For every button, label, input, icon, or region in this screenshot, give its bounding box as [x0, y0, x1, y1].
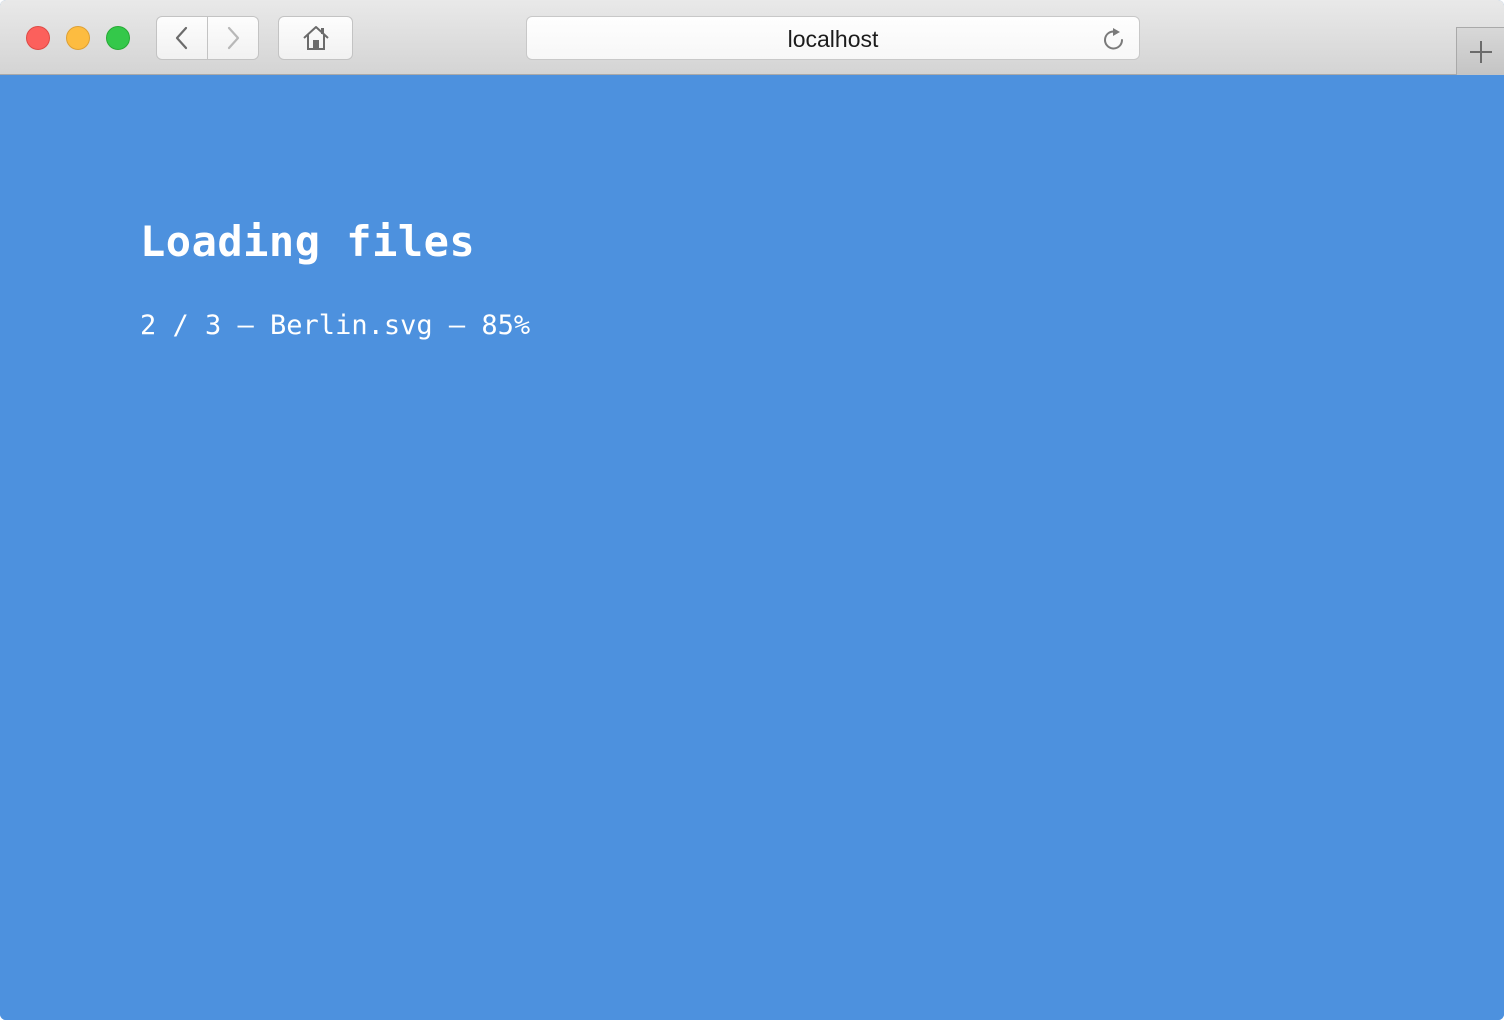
new-tab-button[interactable]	[1456, 27, 1504, 75]
reload-icon[interactable]	[1101, 27, 1127, 53]
loading-status: 2 / 3 — Berlin.svg — 85%	[140, 310, 531, 341]
page-content: Loading files 2 / 3 — Berlin.svg — 85%	[0, 75, 1504, 1020]
plus-icon	[1469, 40, 1492, 63]
forward-button[interactable]	[208, 16, 259, 60]
minimize-window-button[interactable]	[66, 26, 90, 50]
chevron-left-icon	[175, 26, 188, 50]
browser-window: localhost Loading files 2 / 3 — Berlin.s…	[0, 0, 1504, 1020]
browser-toolbar: localhost	[0, 0, 1504, 75]
maximize-window-button[interactable]	[106, 26, 130, 50]
page-title: Loading files	[140, 217, 476, 266]
url-text: localhost	[787, 26, 879, 52]
address-bar[interactable]: localhost	[526, 16, 1140, 60]
home-button[interactable]	[278, 16, 353, 60]
home-icon	[302, 26, 329, 50]
close-window-button[interactable]	[26, 26, 50, 50]
chevron-right-icon	[227, 26, 240, 50]
back-button[interactable]	[156, 16, 208, 60]
